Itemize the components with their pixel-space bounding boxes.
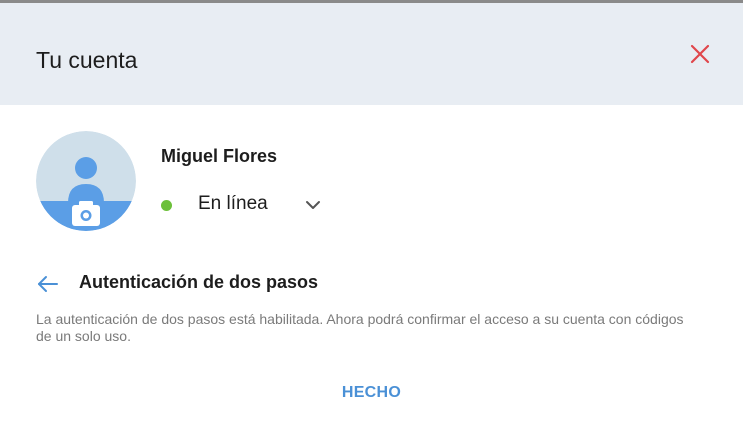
user-name: Miguel Flores: [161, 146, 278, 166]
dialog-header: Tu cuenta: [0, 3, 743, 105]
section-title: Autenticación de dos pasos: [79, 272, 319, 292]
status-selector[interactable]: En línea: [158, 190, 330, 220]
close-icon: [690, 44, 710, 64]
done-button[interactable]: HECHO: [342, 384, 401, 401]
done-button-row: HECHO: [0, 384, 743, 402]
avatar[interactable]: [36, 131, 136, 231]
chevron-down-icon: [306, 201, 320, 209]
two-factor-description: La autenticación de dos pasos está habil…: [36, 311, 684, 344]
dialog-title: Tu cuenta: [36, 47, 138, 73]
online-status-dot: [161, 200, 172, 211]
avatar-placeholder-icon: [36, 131, 136, 231]
arrow-left-icon: [38, 276, 58, 292]
close-button[interactable]: [686, 40, 714, 68]
status-label: En línea: [198, 193, 268, 214]
back-button[interactable]: [36, 272, 60, 296]
